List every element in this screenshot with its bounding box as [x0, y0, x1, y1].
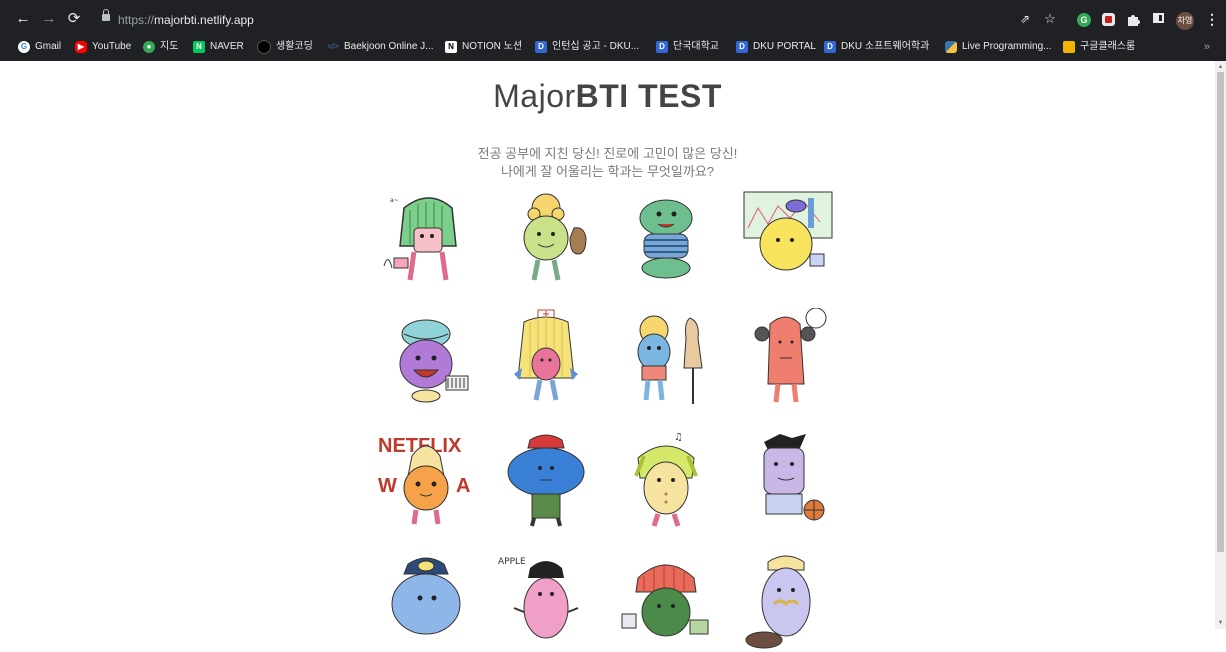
- svg-text:A: A: [456, 475, 470, 497]
- dku-icon: D: [656, 41, 668, 53]
- red-bun-character-icon[interactable]: [734, 308, 838, 412]
- bookmark-live-programming[interactable]: Live Programming...: [945, 38, 1051, 56]
- scroll-down-arrow-icon[interactable]: ▼: [1217, 619, 1224, 627]
- bookmark-label: 단국대학교: [673, 41, 719, 52]
- fashion-character-icon[interactable]: [614, 308, 718, 412]
- cap-blue-character-icon[interactable]: [374, 548, 478, 652]
- youtube-icon: ▶: [75, 41, 87, 53]
- curly-blonde-pot-character-icon[interactable]: [494, 188, 598, 292]
- bookmark-label: 지도: [160, 41, 179, 52]
- dku-icon: D: [824, 41, 836, 53]
- svg-text:a~: a~: [390, 197, 399, 204]
- mustache-character-icon[interactable]: [734, 548, 838, 652]
- browser-chrome: ← → ⟳ https://majorbti.netlify.app ⇗ ☆ G…: [0, 0, 1226, 61]
- basketball-character-icon[interactable]: [734, 428, 838, 532]
- apple-character-icon[interactable]: APPLE: [494, 548, 598, 652]
- bookmark-label: 생활코딩: [276, 41, 313, 52]
- side-panel-icon[interactable]: [1153, 13, 1164, 23]
- bookmark-maps[interactable]: ● 지도: [143, 38, 178, 56]
- bookmark-youtube[interactable]: ▶ YouTube: [75, 38, 131, 56]
- green-hair-character-icon[interactable]: a~: [374, 188, 478, 292]
- page-subtitle: 전공 공부에 지친 당신! 진로에 고민이 많은 당신! 나에게 잘 어울리는 …: [0, 145, 1215, 181]
- svg-text:W: W: [378, 475, 397, 497]
- grammarly-extension-icon[interactable]: G: [1077, 13, 1091, 27]
- menu-kebab-icon[interactable]: ⋮: [1205, 10, 1219, 28]
- music-character-icon[interactable]: ♫: [614, 428, 718, 532]
- bookmark-dku-software[interactable]: D DKU 소프트웨어학과: [824, 38, 929, 56]
- classroom-icon: [1063, 41, 1075, 53]
- bookmark-label: 구글클래스룸: [1080, 41, 1136, 52]
- browser-toolbar: ← → ⟳ https://majorbti.netlify.app ⇗ ☆ G…: [0, 6, 1226, 34]
- bookmark-naver[interactable]: N NAVER: [193, 38, 244, 56]
- apple-text: APPLE: [498, 557, 526, 567]
- python-icon: [945, 41, 957, 53]
- dku-icon: D: [535, 41, 547, 53]
- bookmark-label: Baekjoon Online J...: [344, 41, 434, 52]
- bookmark-saenghwal-coding[interactable]: 생활코딩: [257, 38, 313, 56]
- google-icon: G: [18, 41, 30, 53]
- reload-icon[interactable]: ⟳: [63, 8, 85, 30]
- bookmark-label: DKU 소프트웨어학과: [841, 41, 930, 52]
- forward-arrow-icon[interactable]: →: [38, 8, 60, 30]
- bookmark-notion[interactable]: N NOTION 노션: [445, 38, 522, 56]
- subtitle-line-2: 나에게 잘 어울리는 학과는 무엇일까요?: [500, 164, 715, 179]
- bookmark-label: YouTube: [92, 41, 132, 52]
- scroll-up-arrow-icon[interactable]: ▲: [1217, 63, 1224, 71]
- bookmark-label: Gmail: [35, 41, 62, 52]
- subtitle-line-1: 전공 공부에 지친 당신! 진로에 고민이 많은 당신!: [477, 146, 738, 161]
- scrollbar-thumb[interactable]: [1217, 72, 1224, 552]
- bookmark-dankook-univ[interactable]: D 단국대학교: [656, 38, 719, 56]
- maps-icon: ●: [143, 41, 155, 53]
- bookmark-label: Live Programming...: [962, 41, 1052, 52]
- notion-icon: N: [445, 41, 457, 53]
- page-title: MajorBTI TEST: [493, 78, 722, 114]
- nurse-character-icon[interactable]: [494, 308, 598, 412]
- pocket-extension-icon[interactable]: [1102, 13, 1115, 26]
- netflix-character-icon[interactable]: NETFLIX W A: [374, 428, 478, 532]
- bookmarks-overflow-icon[interactable]: »: [1204, 38, 1210, 56]
- bookmark-label: NAVER: [210, 41, 244, 52]
- green-blob-character-icon[interactable]: [614, 188, 718, 292]
- url-text[interactable]: https://majorbti.netlify.app: [118, 8, 254, 32]
- yellow-chart-character-icon[interactable]: [734, 188, 838, 292]
- bookmarks-bar: G Gmail ▶ YouTube ● 지도 N NAVER 생활코딩 </> …: [0, 38, 1226, 56]
- profile-avatar[interactable]: 차영: [1176, 12, 1194, 30]
- green-red-hair-character-icon[interactable]: [614, 548, 718, 652]
- bookmark-gmail[interactable]: G Gmail: [18, 38, 61, 56]
- extensions-puzzle-icon[interactable]: [1126, 13, 1140, 27]
- circle-icon: [257, 40, 271, 54]
- bookmark-label: DKU PORTAL: [753, 41, 816, 52]
- dku-icon: D: [736, 41, 748, 53]
- bookmark-google-classroom[interactable]: 구글클래스룸: [1063, 38, 1135, 56]
- code-icon: </>: [327, 42, 339, 51]
- bookmark-label: 인턴십 공고 - DKU...: [552, 41, 640, 52]
- bookmark-dku-portal[interactable]: D DKU PORTAL: [736, 38, 816, 56]
- blue-cap-character-icon[interactable]: [494, 428, 598, 532]
- bookmark-baekjoon[interactable]: </> Baekjoon Online J...: [327, 38, 434, 56]
- back-arrow-icon[interactable]: ←: [12, 8, 34, 30]
- share-icon[interactable]: ⇗: [1018, 10, 1032, 28]
- purple-turban-character-icon[interactable]: [374, 308, 478, 412]
- bookmark-dku-internship[interactable]: D 인턴십 공고 - DKU...: [535, 38, 639, 56]
- naver-icon: N: [193, 41, 205, 53]
- lock-icon[interactable]: [102, 9, 110, 21]
- svg-text:♫: ♫: [674, 432, 683, 443]
- bookmark-star-icon[interactable]: ☆: [1043, 10, 1057, 28]
- bookmark-label: NOTION 노션: [462, 41, 523, 52]
